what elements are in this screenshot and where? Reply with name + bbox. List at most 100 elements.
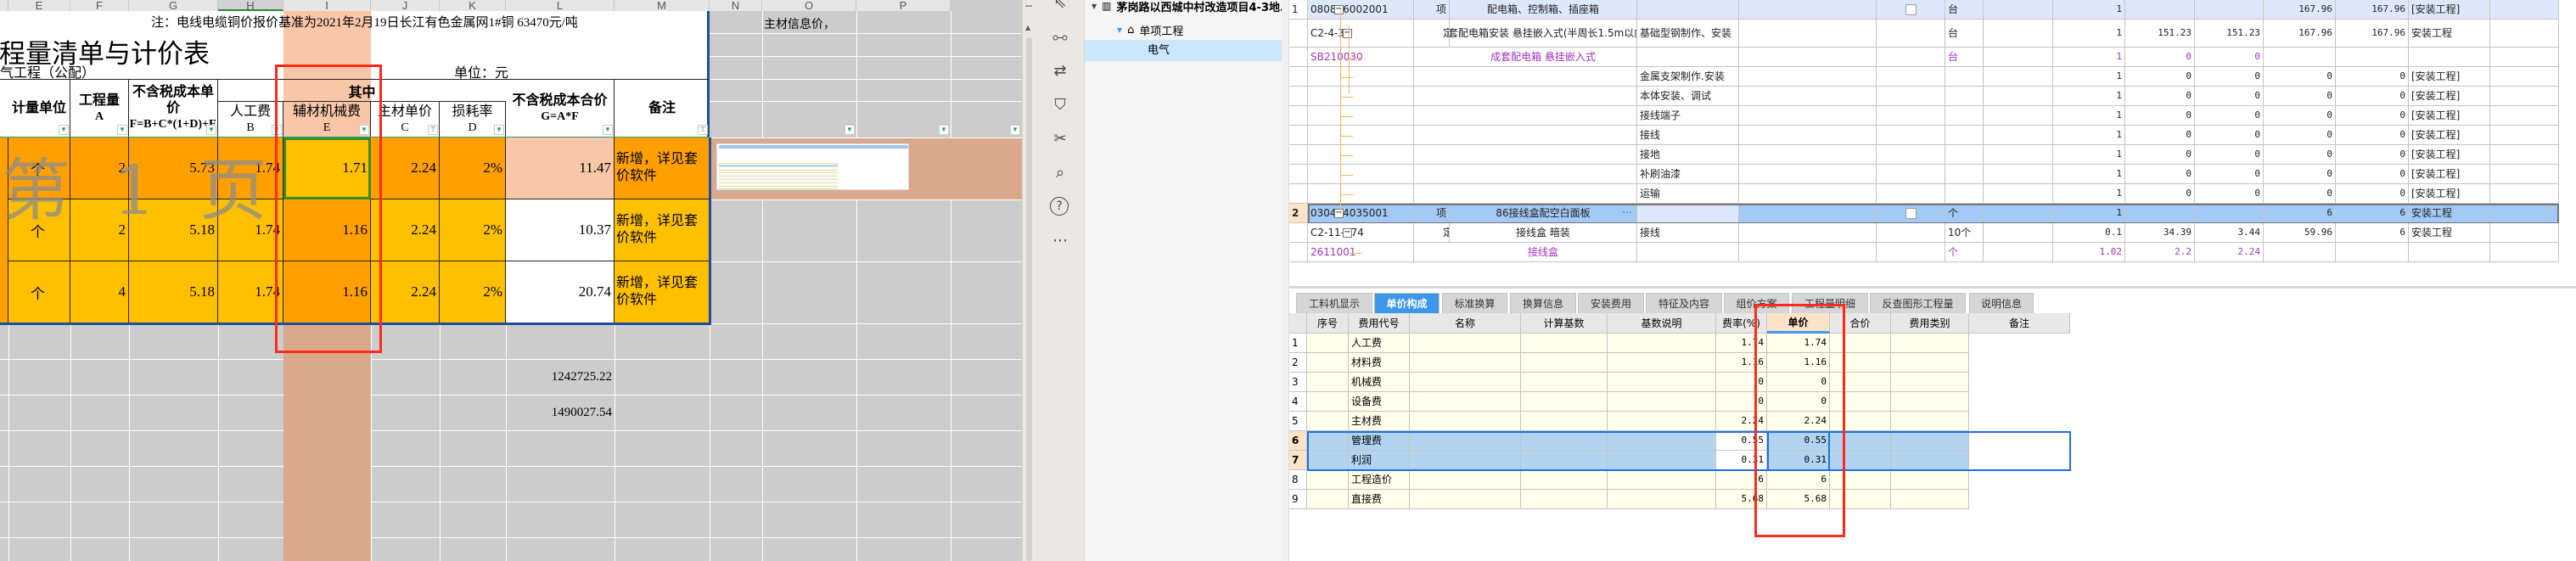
- cell-labor[interactable]: 1.74: [218, 261, 283, 323]
- tab-5[interactable]: 特征及内容: [1646, 293, 1722, 313]
- column-header-F[interactable]: F: [70, 0, 129, 11]
- item-name[interactable]: [1450, 126, 1637, 145]
- item-qty[interactable]: 1: [2053, 106, 2125, 126]
- item-checkbox-cell[interactable]: [1877, 67, 1945, 87]
- item-checkbox-cell[interactable]: [1877, 0, 1945, 20]
- cost-row-number[interactable]: 7: [1289, 451, 1307, 470]
- item-name[interactable]: 成套配电箱安装 悬挂嵌入式(半周长1.5m以内): [1450, 20, 1637, 48]
- item-qty[interactable]: 1: [2053, 145, 2125, 165]
- column-header-P[interactable]: P: [856, 0, 951, 11]
- filter-dropdown-icon[interactable]: ⊤: [698, 125, 708, 135]
- filter-dropdown-icon[interactable]: ▼: [939, 125, 949, 135]
- item-name[interactable]: [1450, 87, 1637, 106]
- vertical-scrollbar[interactable]: ▲: [1022, 0, 1035, 561]
- item-checkbox-cell[interactable]: [1877, 106, 1945, 126]
- cell-loss[interactable]: 2%: [440, 199, 506, 261]
- more-icon[interactable]: ⋯: [1050, 231, 1070, 251]
- item-name[interactable]: [1450, 106, 1637, 126]
- cost-column-header[interactable]: 备注: [1969, 313, 2070, 334]
- column-header-J[interactable]: J: [371, 0, 440, 11]
- help-icon[interactable]: ?: [1050, 197, 1069, 216]
- cost-column-header[interactable]: 序号: [1307, 313, 1349, 334]
- tree-project[interactable]: 茅岗路以西城中村改造项目4-3地…: [1117, 0, 1292, 14]
- cost-row-number[interactable]: 8: [1289, 470, 1307, 490]
- tab-4[interactable]: 安装费用: [1578, 293, 1644, 313]
- item-checkbox-cell[interactable]: [1877, 184, 1945, 204]
- more-icon[interactable]: ⋯: [1622, 206, 1632, 218]
- column-header-E[interactable]: E: [8, 0, 70, 11]
- tab-9[interactable]: 说明信息: [1969, 293, 2034, 313]
- tree-single-project[interactable]: 单项工程: [1139, 22, 1183, 38]
- collapse-icon[interactable]: −: [1343, 227, 1352, 238]
- cell-remark[interactable]: 新增，详见套价软件: [615, 199, 710, 261]
- collapse-icon[interactable]: −: [1343, 28, 1352, 38]
- column-header-K[interactable]: K: [440, 0, 506, 11]
- item-qty[interactable]: 1.02: [2053, 243, 2125, 262]
- item-checkbox-cell[interactable]: [1877, 243, 1945, 262]
- item-name[interactable]: 接线盒: [1450, 243, 1637, 262]
- cost-row-number[interactable]: 5: [1289, 412, 1307, 431]
- cost-row-number[interactable]: 4: [1289, 392, 1307, 412]
- collapse-arrow-icon[interactable]: ▼: [1092, 3, 1097, 10]
- filter-dropdown-icon[interactable]: ▼: [845, 125, 855, 135]
- column-header-G[interactable]: G: [129, 0, 218, 11]
- item-checkbox-cell[interactable]: [1877, 126, 1945, 145]
- swap-icon[interactable]: ⇄: [1050, 61, 1070, 81]
- scrollbar-thumb[interactable]: [1026, 37, 1032, 561]
- item-qty[interactable]: 0.1: [2053, 223, 2125, 243]
- item-checkbox-cell[interactable]: [1877, 165, 1945, 184]
- cost-column-header[interactable]: 计算基数: [1521, 313, 1608, 334]
- item-qty[interactable]: 1: [2053, 20, 2125, 48]
- cost-row-number[interactable]: 1: [1289, 334, 1307, 353]
- column-header-D[interactable]: D: [0, 0, 8, 11]
- cell-total[interactable]: 20.74: [506, 261, 615, 323]
- column-header-M[interactable]: M: [615, 0, 710, 11]
- filter-dropdown-icon[interactable]: ▼: [59, 125, 69, 135]
- cursor-icon[interactable]: ⇖: [1050, 0, 1070, 14]
- spreadsheet[interactable]: DEFGHIJKLMNOP注：电线电缆铜价报价基准为2021年2月19日长江有色…: [0, 0, 1022, 561]
- item-checkbox-cell[interactable]: [1877, 20, 1945, 48]
- cell-unit[interactable]: 个: [8, 261, 70, 323]
- column-header-I[interactable]: I: [283, 0, 371, 11]
- item-name[interactable]: [1450, 67, 1637, 87]
- cost-column-header[interactable]: 费用类别: [1891, 313, 1969, 334]
- cell-qty[interactable]: 4: [70, 261, 129, 323]
- filter-dropdown-icon[interactable]: ▼: [494, 125, 504, 135]
- tab-0[interactable]: 工料机显示: [1296, 293, 1372, 313]
- cost-column-header[interactable]: 基数说明: [1608, 313, 1716, 334]
- item-qty[interactable]: 1: [2053, 126, 2125, 145]
- cell-remark[interactable]: 新增，详见套价软件: [615, 137, 710, 199]
- collapse-icon[interactable]: −: [1334, 208, 1344, 218]
- tab-3[interactable]: 换算信息: [1510, 293, 1576, 313]
- checkbox[interactable]: [1905, 207, 1917, 219]
- item-qty[interactable]: 1: [2053, 48, 2125, 67]
- item-checkbox-cell[interactable]: [1877, 204, 1945, 223]
- item-qty[interactable]: 1: [2053, 184, 2125, 204]
- cell-unit_cost[interactable]: 5.18: [129, 261, 218, 323]
- splitter[interactable]: [1289, 286, 2576, 289]
- cell-loss[interactable]: 2%: [440, 261, 506, 323]
- filter-dropdown-icon[interactable]: ▼: [1010, 125, 1020, 135]
- collapse-arrow-icon[interactable]: ▼: [1117, 26, 1122, 34]
- cost-row-number[interactable]: 2: [1289, 353, 1307, 373]
- item-name[interactable]: 配电箱、控制箱、插座箱: [1450, 0, 1637, 20]
- item-qty[interactable]: 1: [2053, 0, 2125, 20]
- filter-dropdown-icon[interactable]: ▼: [206, 125, 216, 135]
- checkbox[interactable]: [1905, 3, 1917, 15]
- tab-8[interactable]: 反查图形工程量: [1870, 293, 1966, 313]
- filter-dropdown-icon[interactable]: ⊤: [428, 125, 438, 135]
- item-qty[interactable]: 1: [2053, 87, 2125, 106]
- tab-1[interactable]: 单价构成: [1374, 293, 1440, 313]
- pasted-screenshot-thumbnail[interactable]: [716, 143, 909, 190]
- map-search-icon[interactable]: ⌕: [1050, 163, 1070, 183]
- cell-total[interactable]: 10.37: [506, 199, 615, 261]
- column-header-H[interactable]: H: [218, 0, 283, 11]
- tab-2[interactable]: 标准换算: [1442, 293, 1507, 313]
- shirt-icon[interactable]: ⛉: [1050, 95, 1070, 115]
- column-header-O[interactable]: O: [762, 0, 856, 11]
- tree-unit-selected[interactable]: 电气: [1085, 40, 1287, 61]
- scroll-up-icon[interactable]: ▲: [1025, 24, 1030, 31]
- item-qty[interactable]: 1: [2053, 165, 2125, 184]
- item-qty[interactable]: 1: [2053, 67, 2125, 87]
- item-name[interactable]: [1450, 165, 1637, 184]
